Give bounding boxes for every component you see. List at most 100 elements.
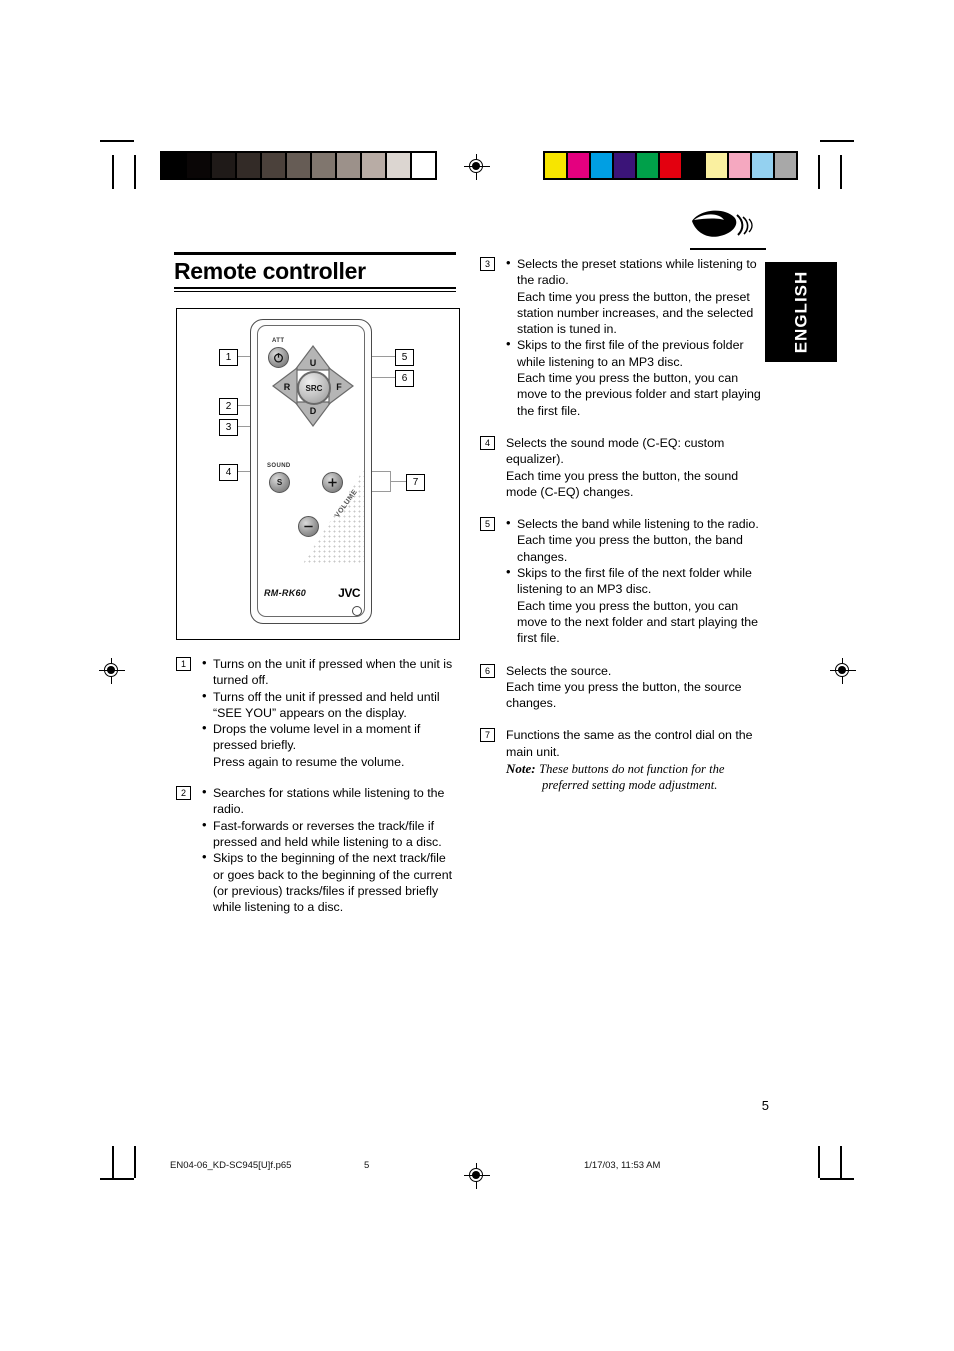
svg-text:D: D — [310, 406, 317, 416]
footer-page: 5 — [364, 1160, 370, 1171]
color-swatch — [775, 153, 796, 178]
grayscale-swatch — [212, 153, 235, 178]
registration-mark-top — [464, 154, 490, 180]
crop-mark-br-h — [820, 1178, 854, 1180]
grayscale-swatch — [387, 153, 410, 178]
right-text-column: 3 Selects the preset stations while list… — [480, 255, 762, 807]
att-label: ATT — [272, 338, 285, 344]
item2-bullet-2: Fast-forwards or reverses the track/file… — [202, 817, 458, 851]
instruction-item-7: 7 Functions the same as the control dial… — [480, 727, 762, 793]
section-title-block: Remote controller — [174, 252, 456, 292]
grayscale-swatch — [262, 153, 285, 178]
item1-bullet-3: Drops the volume level in a moment if pr… — [202, 720, 458, 754]
page-title: Remote controller — [174, 258, 366, 284]
registration-mark-right — [830, 658, 856, 684]
volume-down-button[interactable] — [298, 516, 319, 537]
item2-bullet-3: Skips to the beginning of the next track… — [202, 849, 458, 915]
callout-2-label: 2 — [225, 401, 232, 412]
registration-mark-bottom — [464, 1163, 490, 1189]
source-button[interactable]: SRC — [297, 371, 331, 405]
sound-button-label: S — [276, 478, 283, 487]
footer-filename: EN04-06_KD-SC945[U]f.p65 — [170, 1160, 292, 1171]
up-button[interactable]: U — [294, 345, 332, 371]
instruction-num-7: 7 — [480, 728, 495, 743]
ir-emitter-icon — [352, 606, 362, 616]
forward-button[interactable]: F — [328, 367, 354, 405]
rewind-button[interactable]: R — [272, 367, 298, 405]
plus-icon — [328, 478, 337, 487]
item5-sub-1: Each time you press the button, the band… — [517, 533, 743, 564]
language-tab: ENGLISH — [765, 262, 837, 362]
instruction-num-1: 1 — [176, 657, 191, 671]
sound-label: SOUND — [267, 463, 291, 469]
remote-body: ATT U D R F SRC SOUND S VOLUME RM-RK60 J… — [250, 319, 372, 624]
brand-logo: JVC — [338, 586, 360, 600]
grayscale-swatch — [362, 153, 385, 178]
sound-button[interactable]: S — [269, 472, 290, 493]
color-calibration-bar — [543, 151, 798, 180]
color-swatch — [637, 153, 658, 178]
grayscale-calibration-bar — [160, 151, 437, 180]
item6-line-1: Selects the source. — [506, 663, 612, 678]
item3-bullet-1: Selects the preset stations while listen… — [506, 255, 762, 289]
svg-text:R: R — [284, 382, 291, 392]
note-label: Note: — [506, 761, 536, 777]
callout-5-label: 5 — [401, 352, 408, 363]
color-swatch — [706, 153, 727, 178]
instruction-item-1: 1 Turns on the unit if pressed when the … — [176, 655, 458, 770]
instruction-num-3: 3 — [480, 257, 495, 271]
item1-bullet-1: Turns on the unit if pressed when the un… — [202, 655, 458, 689]
callout-6: 6 — [395, 370, 414, 387]
callout-7: 7 — [406, 474, 425, 491]
color-swatch — [545, 153, 566, 178]
source-button-label: SRC — [305, 383, 323, 393]
item1-extra: Press again to resume the volume. — [213, 754, 405, 769]
crop-mark-br2-v — [840, 1146, 842, 1178]
crop-mark-bl-h — [100, 1178, 134, 1180]
registration-mark-left — [99, 658, 125, 684]
color-swatch — [591, 153, 612, 178]
callout-4: 4 — [219, 464, 238, 481]
instruction-item-6: 6 Selects the source. Each time you pres… — [480, 663, 762, 712]
callout-1-label: 1 — [225, 352, 232, 363]
item3-bullet-2: Skips to the first file of the previous … — [506, 336, 762, 370]
instruction-num-5: 5 — [480, 517, 495, 532]
callout-3: 3 — [219, 419, 238, 436]
note-text-line-2: preferred setting mode adjustment. — [542, 778, 718, 793]
swoosh-logo — [690, 205, 760, 245]
callout-1: 1 — [219, 349, 238, 366]
header-rule — [690, 248, 766, 250]
svg-text:U: U — [310, 358, 317, 368]
item2-bullet-1: Searches for stations while listening to… — [202, 784, 458, 818]
crop-mark-tl-h — [100, 140, 134, 142]
footer-timestamp: 1/17/03, 11:53 AM — [584, 1160, 661, 1171]
instruction-num-2: 2 — [176, 786, 191, 801]
color-swatch — [660, 153, 681, 178]
crop-mark-tr-v — [818, 155, 820, 189]
item5-sub-2: Each time you press the button, you can … — [517, 598, 759, 646]
grayscale-swatch — [312, 153, 335, 178]
item7-note: Note: These buttons do not function for … — [506, 761, 762, 777]
crop-mark-tl2-v — [112, 155, 114, 189]
callout-2: 2 — [219, 398, 238, 415]
grayscale-swatch — [287, 153, 310, 178]
title-rule-mid — [174, 287, 456, 289]
instruction-num-4: 4 — [480, 435, 495, 450]
grayscale-swatch — [337, 153, 360, 178]
item4-line-2: Each time you press the button, the soun… — [506, 468, 739, 499]
crop-mark-tr-h — [820, 140, 854, 142]
crop-mark-bl2-v — [112, 1146, 114, 1178]
grayscale-swatch — [162, 153, 185, 178]
item3-sub-1: Each time you press the button, the pres… — [517, 289, 754, 337]
color-swatch — [729, 153, 750, 178]
language-tab-label: ENGLISH — [791, 270, 810, 354]
item3-sub-2: Each time you press the button, you can … — [517, 371, 761, 418]
note-text-line-1: These buttons do not function for the — [539, 762, 725, 777]
grayscale-swatch — [237, 153, 260, 178]
crop-mark-bl-v — [134, 1146, 136, 1178]
grayscale-swatch — [187, 153, 210, 178]
color-swatch — [752, 153, 773, 178]
volume-up-button[interactable] — [322, 472, 343, 493]
svg-text:F: F — [336, 382, 342, 392]
color-swatch — [614, 153, 635, 178]
